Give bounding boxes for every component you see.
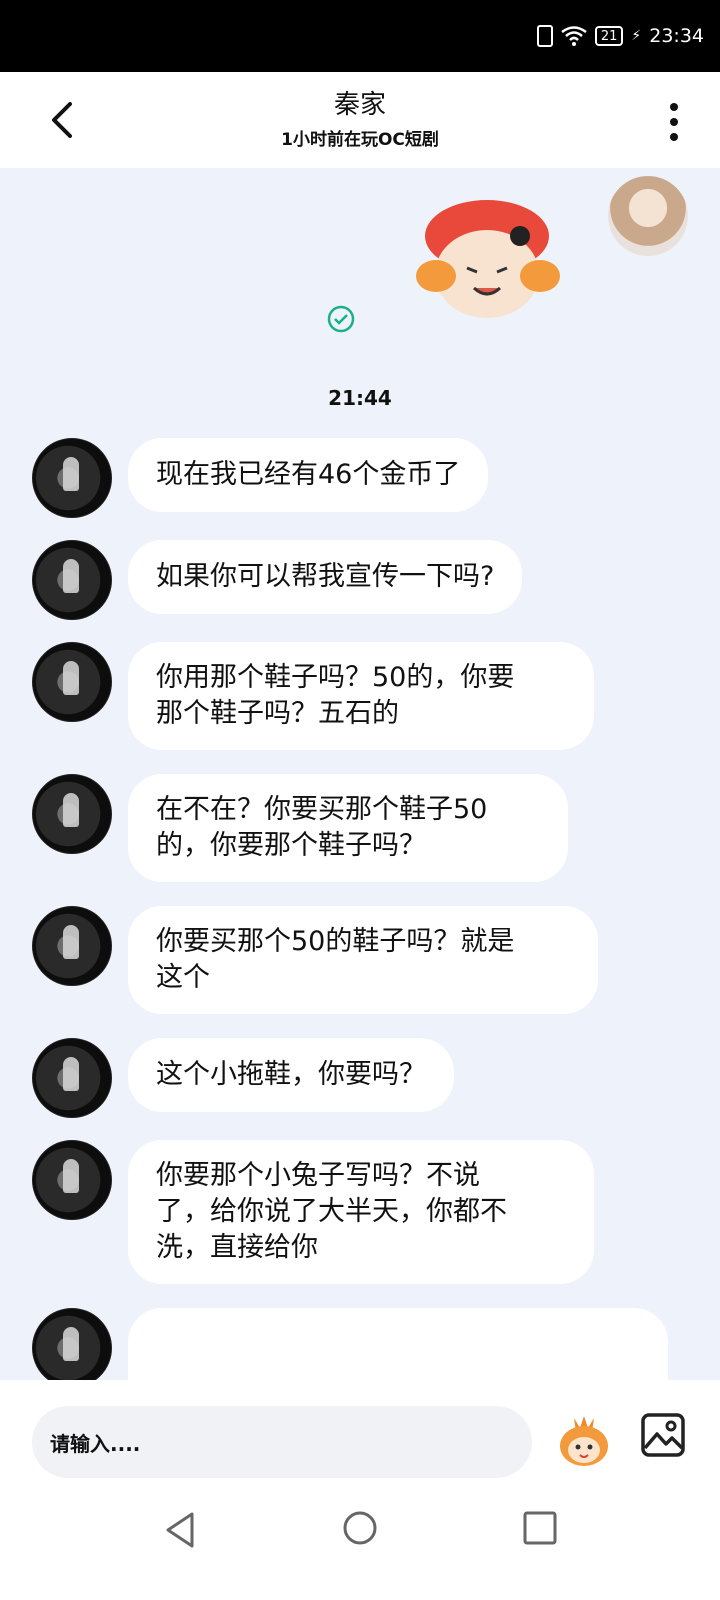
contact-avatar[interactable] [32, 642, 112, 722]
square-recent-icon[interactable] [522, 1510, 558, 1546]
contact-avatar[interactable] [32, 1308, 112, 1380]
circle-home-icon[interactable] [342, 1510, 378, 1546]
message-bubble[interactable] [128, 1308, 668, 1380]
check-circle-icon [327, 305, 355, 333]
message-bubble[interactable]: 现在我已经有46个金币了 [128, 438, 489, 512]
contact-avatar[interactable] [32, 1038, 112, 1118]
vibrate-icon [536, 25, 553, 47]
triangle-back-icon[interactable] [162, 1510, 198, 1550]
page-title: 秦家 [333, 90, 386, 120]
chat-header: 秦家 1小时前在玩OC短剧 [0, 72, 720, 168]
header-title-group: 秦家 1小时前在玩OC短剧 [0, 84, 720, 150]
contact-avatar[interactable] [32, 906, 112, 986]
battery-level: 21 [600, 28, 618, 44]
chat-area[interactable]: 21:44 现在我已经有46个金币了 如果你可以帮我宣传一下吗? 你用那个鞋子吗… [0, 168, 720, 1380]
input-placeholder: 请输入.... [50, 1431, 141, 1456]
contact-avatar[interactable] [32, 1140, 112, 1220]
charging-icon: ⚡ [631, 28, 642, 44]
more-vertical-icon[interactable] [668, 102, 680, 142]
time-divider: 21:44 [328, 386, 392, 410]
system-nav-bar [0, 1490, 720, 1600]
image-icon[interactable] [640, 1412, 686, 1458]
my-avatar[interactable] [608, 176, 688, 256]
message-bubble[interactable]: 在不在？你要买那个鞋子50 的，你要那个鞋子吗？ [128, 774, 568, 882]
contact-avatar[interactable] [32, 540, 112, 620]
status-time: 23:34 [649, 25, 704, 47]
emoji-sticker-icon[interactable] [554, 1410, 614, 1470]
status-bar: 21 ⚡ 23:34 [0, 0, 720, 72]
message-bubble[interactable]: 你要买那个50的鞋子吗？就是 这个 [128, 906, 598, 1014]
contact-avatar[interactable] [32, 438, 112, 518]
contact-avatar[interactable] [32, 774, 112, 854]
message-bubble[interactable]: 如果你可以帮我宣传一下吗? [128, 540, 523, 614]
message-bubble[interactable]: 这个小拖鞋，你要吗？ [128, 1038, 454, 1112]
message-bubble[interactable]: 你要那个小兔子写吗？不说 了，给你说了大半天，你都不 洗，直接给你 [128, 1140, 594, 1284]
message-bubble[interactable]: 你用那个鞋子吗？50的，你要 那个鞋子吗？五石的 [128, 642, 594, 750]
message-input[interactable]: 请输入.... [32, 1406, 532, 1478]
wifi-icon [561, 26, 587, 46]
sticker-image[interactable] [412, 196, 562, 326]
battery-indicator: 21 [594, 26, 624, 46]
input-bar: 请输入.... [0, 1380, 720, 1490]
presence-status: 1小时前在玩OC短剧 [281, 130, 439, 150]
